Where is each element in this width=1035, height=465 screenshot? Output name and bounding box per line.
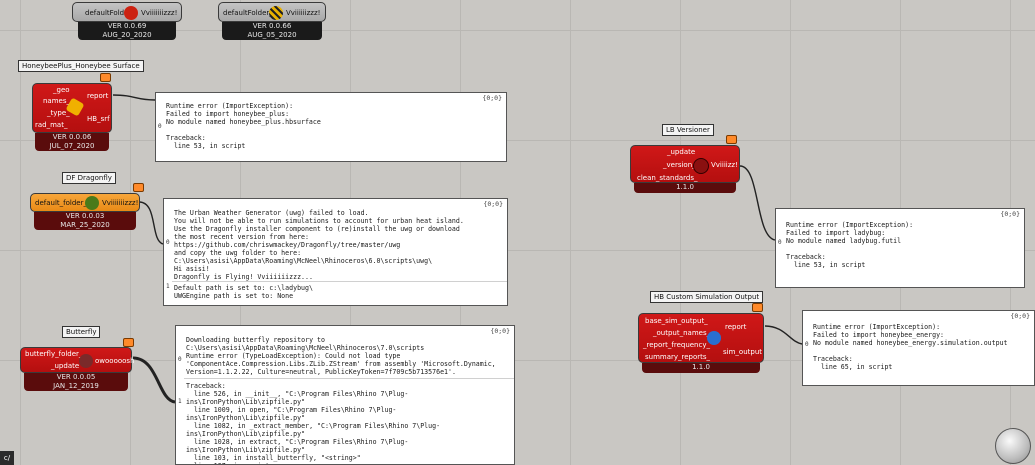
dragonfly-title: DF Dragonfly: [62, 172, 116, 184]
version-text: VER 0.0.69: [107, 22, 147, 30]
component-body[interactable]: _update _version_ clean_standards_ Vviii…: [630, 145, 740, 183]
component-body[interactable]: butterfly_folder_ _update owooooosh: [20, 347, 135, 373]
panel-index: 0: [778, 239, 782, 246]
date-text: AUG_20_2020: [102, 30, 152, 39]
panel-header: {0;0}: [1000, 210, 1020, 218]
input-names[interactable]: names_: [43, 97, 70, 106]
version-tag: VER 0.0.06 JUL_07_2020: [35, 133, 109, 151]
version-text: VER 0.0.66: [252, 22, 292, 30]
panel-text-0: The Urban Weather Generator (uwg) failed…: [174, 209, 464, 281]
wire-dragonfly-out: [138, 201, 164, 245]
hb-custom-sim-panel[interactable]: {0;0} 0 Runtime error (ImportException):…: [802, 310, 1035, 386]
hb-custom-sim-title: HB Custom Simulation Output: [650, 291, 764, 303]
wire-lb-out: [739, 165, 776, 241]
input-base-sim-output[interactable]: base_sim_output_: [645, 317, 708, 326]
component-body[interactable]: defaultFolder_ Vviiiiiiizzz!: [72, 2, 182, 22]
panel-text: Runtime error (ImportException): Failed …: [166, 102, 321, 150]
honeybee-icon: [269, 6, 283, 20]
panel-index-1: 1: [166, 283, 170, 290]
component-body[interactable]: default_folder_ Vviiiiiiizzz!: [30, 193, 140, 212]
input-geo[interactable]: _geo: [53, 86, 70, 95]
input-butterfly-folder[interactable]: butterfly_folder_: [25, 350, 82, 359]
version-text: VER 0.0.03: [65, 212, 105, 220]
output-report[interactable]: report: [725, 323, 746, 332]
output-label: Vviiiiiiizzz!: [141, 9, 178, 17]
wire-honeybee-report: [112, 94, 156, 101]
simulation-icon: [707, 331, 721, 345]
lb-versioner-title: LB Versioner: [662, 124, 714, 136]
panel-index-0: 0: [166, 239, 170, 246]
panel-text: Runtime error (ImportException): Failed …: [813, 323, 1008, 371]
canvas-corner-button[interactable]: c/: [0, 451, 14, 465]
output-label: Vviiiiiizzz!: [286, 9, 321, 17]
component-body[interactable]: _geo names_ _type_ rad_mat_ report HB_sr…: [32, 83, 112, 133]
version-tag: VER 0.0.03 MAR_25_2020: [34, 212, 136, 230]
panel-text-0: Downloading butterfly repository to C:\U…: [186, 336, 496, 376]
output-label[interactable]: Vviiiiiiizzz!: [102, 199, 138, 208]
output-owooooosh[interactable]: owooooosh: [95, 357, 135, 366]
butterfly-panel[interactable]: {0;0} 0 Downloading butterfly repository…: [175, 325, 515, 465]
panel-text-1: Default path is set to: c:\ladybug\ UWGE…: [174, 284, 313, 300]
lb-versioner-panel[interactable]: {0;0} 0 Runtime error (ImportException):…: [775, 208, 1025, 288]
input-report-frequency[interactable]: _report_frequency_: [643, 341, 710, 350]
version-text: 1.1.0: [692, 363, 710, 371]
version-tag: 1.1.0: [642, 363, 760, 373]
honeybee-error-panel[interactable]: {0;0} 0 Runtime error (ImportException):…: [155, 92, 507, 162]
navigation-compass-widget[interactable]: [995, 428, 1031, 464]
warning-icon: [123, 338, 134, 347]
dragonfly-panel[interactable]: {0;0} 0 The Urban Weather Generator (uwg…: [163, 198, 508, 306]
wire-hb-out: [764, 325, 803, 345]
input-default-folder[interactable]: default_folder_: [35, 199, 87, 208]
date-text: MAR_25_2020: [60, 220, 110, 229]
warning-icon: [133, 183, 144, 192]
input-update[interactable]: _update: [51, 362, 79, 371]
component-body[interactable]: base_sim_output_ _output_names_ _report_…: [638, 313, 764, 363]
output-sim-output[interactable]: sim_output: [723, 348, 762, 357]
input-label: defaultFolder_: [223, 9, 273, 17]
panel-index-1: 1: [178, 398, 182, 405]
butterfly-icon: [79, 354, 93, 368]
panel-divider: [184, 378, 514, 379]
panel-index-0: 0: [178, 356, 182, 363]
output-report[interactable]: report: [87, 92, 108, 101]
panel-index: 0: [805, 341, 809, 348]
wire-butterfly-out: [132, 356, 176, 404]
panel-index: 0: [158, 123, 162, 130]
panel-header: {0;0}: [490, 327, 510, 335]
version-tag: VER 0.0.66 AUG_05_2020: [222, 22, 322, 40]
date-text: JAN_12_2019: [53, 381, 99, 390]
butterfly-title: Butterfly: [62, 326, 101, 338]
input-output-names[interactable]: _output_names_: [653, 329, 710, 338]
panel-divider: [172, 281, 507, 282]
input-update[interactable]: _update: [667, 148, 695, 157]
output-hb-srf[interactable]: HB_srf: [87, 115, 110, 124]
version-tag: 1.1.0: [634, 183, 736, 193]
version-text: VER 0.0.06: [52, 133, 92, 141]
panel-header: {0;0}: [483, 200, 503, 208]
input-summary-reports[interactable]: summary_reports_: [645, 353, 710, 362]
version-text: 1.1.0: [676, 183, 694, 191]
version-tag: VER 0.0.69 AUG_20_2020: [78, 22, 176, 40]
warning-icon: [752, 303, 763, 312]
date-text: JUL_07_2020: [49, 141, 95, 150]
panel-text: Runtime error (ImportException): Failed …: [786, 221, 914, 269]
panel-header: {0;0}: [1010, 312, 1030, 320]
panel-text-1: Traceback: line 526, in __init__, "C:\Pr…: [186, 382, 441, 464]
honeybee-title: HoneybeePlus_Honeybee Surface: [18, 60, 144, 72]
panel-header: {0;0}: [482, 94, 502, 102]
output-label[interactable]: Vviiiizz!: [711, 161, 738, 170]
warning-icon: [726, 135, 737, 144]
ladybug-icon: [693, 158, 709, 174]
component-body[interactable]: defaultFolder_ Vviiiiiizzz!: [218, 2, 326, 22]
ladybug-icon: [124, 6, 138, 20]
version-text: VER 0.0.05: [56, 373, 96, 381]
input-version[interactable]: _version_: [663, 161, 696, 170]
version-tag: VER 0.0.05 JAN_12_2019: [24, 373, 128, 391]
warning-icon: [100, 73, 111, 82]
input-clean-standards[interactable]: clean_standards_: [637, 174, 698, 183]
input-rad-mat[interactable]: rad_mat_: [35, 121, 67, 130]
dragonfly-icon: [85, 196, 99, 210]
date-text: AUG_05_2020: [247, 30, 297, 39]
